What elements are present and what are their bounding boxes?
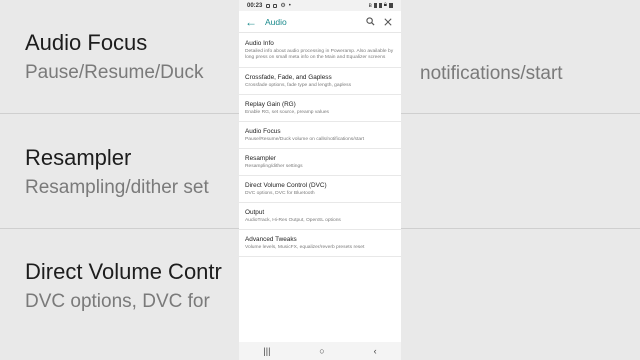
- settings-list: Audio Info Detailed info about audio pro…: [239, 33, 401, 257]
- status-bar: 00:23 ⚙ • ʙ 🔒︎: [239, 0, 401, 11]
- list-item-replay-gain[interactable]: Replay Gain (RG) Enable RG, set source, …: [239, 95, 401, 122]
- notification-icon: [266, 3, 271, 8]
- back-icon[interactable]: ‹: [374, 346, 377, 356]
- recents-icon[interactable]: |||: [263, 346, 270, 356]
- bg-item-title: Resampler: [25, 145, 132, 170]
- wifi-icon: [378, 3, 382, 8]
- item-subtitle: Resampling/dither settings: [245, 164, 303, 169]
- item-title: Crossfade, Fade, and Gapless: [245, 74, 332, 81]
- close-icon[interactable]: [381, 15, 395, 29]
- bg-item-dvc: Direct Volume Contr DVC options, DVC for: [25, 259, 222, 313]
- list-item-output[interactable]: Output AudioTrack, Hi-Res Output, OpenSL…: [239, 203, 401, 230]
- item-subtitle: Crossfade options, fade type and length,…: [245, 83, 352, 88]
- search-icon[interactable]: [363, 15, 377, 29]
- bg-item-resampler: Resampler Resampling/dither set: [25, 145, 209, 199]
- bg-item-title: Direct Volume Contr: [25, 259, 222, 284]
- item-subtitle: Pause/Resume/Duck volume on calls/notifi…: [245, 137, 365, 142]
- list-item-advanced-tweaks[interactable]: Advanced Tweaks Volume levels, MusicFX, …: [239, 230, 401, 257]
- bg-item-subtitle-right: notifications/start: [420, 63, 563, 84]
- item-title: Resampler: [245, 155, 276, 162]
- settings-icon: ⚙: [280, 3, 286, 9]
- dot-icon: •: [288, 2, 291, 9]
- bluetooth-icon: ʙ: [368, 2, 372, 9]
- lock-icon: 🔒︎: [383, 2, 387, 8]
- status-time: 00:23: [247, 2, 263, 9]
- status-notification-icons: ⚙ •: [266, 2, 291, 9]
- item-subtitle: DVC options, DVC for Bluetooth: [245, 191, 315, 196]
- item-title: Direct Volume Control (DVC): [245, 182, 327, 189]
- page-title: Audio: [265, 16, 287, 27]
- bg-item-subtitle: Resampling/dither set: [25, 177, 209, 198]
- notification-icon: [273, 3, 278, 8]
- signal-icon: [373, 3, 377, 8]
- list-item-audio-info[interactable]: Audio Info Detailed info about audio pro…: [239, 33, 401, 68]
- list-item-crossfade[interactable]: Crossfade, Fade, and Gapless Crossfade o…: [239, 68, 401, 95]
- list-item-dvc[interactable]: Direct Volume Control (DVC) DVC options,…: [239, 176, 401, 203]
- item-subtitle: AudioTrack, Hi-Res Output, OpenSL option…: [245, 218, 341, 223]
- battery-icon: [389, 3, 393, 8]
- bg-item-subtitle: Pause/Resume/Duck: [25, 62, 204, 83]
- list-item-audio-focus[interactable]: Audio Focus Pause/Resume/Duck volume on …: [239, 122, 401, 149]
- item-subtitle: Enable RG, set source, preamp values: [245, 110, 329, 115]
- status-system-icons: ʙ 🔒︎: [369, 2, 393, 9]
- item-subtitle: Volume levels, MusicFX, equalizer/reverb…: [245, 245, 365, 250]
- item-title: Advanced Tweaks: [245, 236, 297, 243]
- item-subtitle: Detailed info about audio processing in …: [245, 49, 394, 60]
- item-title: Audio Focus: [245, 128, 281, 135]
- bg-item-audio-focus: Audio Focus Pause/Resume/Duck: [25, 30, 203, 84]
- list-item-resampler[interactable]: Resampler Resampling/dither settings: [239, 149, 401, 176]
- system-nav-bar: ||| ○ ‹: [239, 342, 401, 360]
- app-bar: ← Audio: [239, 11, 401, 33]
- item-title: Audio Info: [245, 40, 274, 47]
- bg-item-subtitle: DVC options, DVC for: [25, 291, 210, 312]
- item-title: Output: [245, 209, 265, 216]
- home-icon[interactable]: ○: [319, 346, 324, 356]
- back-arrow-icon[interactable]: ←: [245, 15, 259, 29]
- phone-screen: 00:23 ⚙ • ʙ 🔒︎ ← Audio Audio Info Detail…: [239, 0, 401, 360]
- bg-item-title: Audio Focus: [25, 30, 148, 55]
- item-title: Replay Gain (RG): [245, 101, 296, 108]
